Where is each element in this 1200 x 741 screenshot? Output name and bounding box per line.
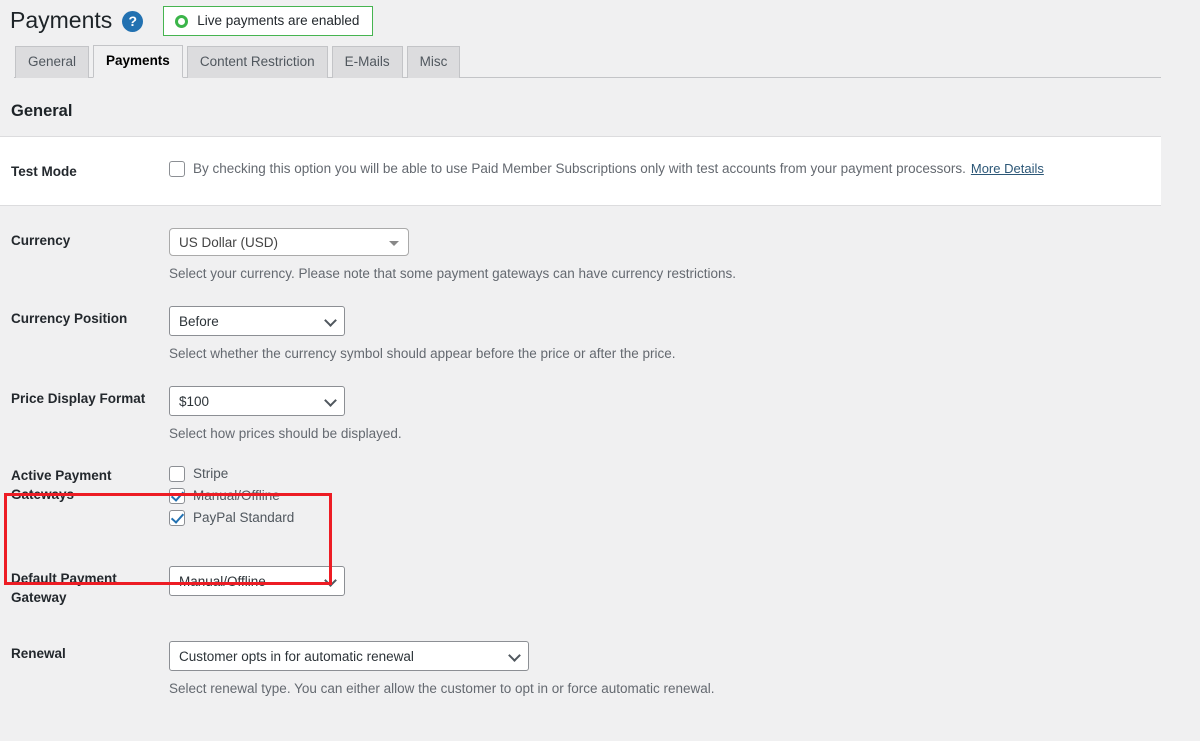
- label-active-payment-gateways: Active Payment Gateways: [0, 464, 159, 505]
- help-question-icon[interactable]: ?: [122, 11, 143, 32]
- stripe-label: Stripe: [193, 464, 228, 484]
- field-currency-position: Before Select whether the currency symbo…: [159, 306, 1161, 364]
- settings-tab-bar: General Payments Content Restriction E-M…: [14, 45, 1161, 78]
- renewal-select-value: Customer opts in for automatic renewal: [170, 642, 528, 671]
- field-active-payment-gateways: Stripe Manual/Offline PayPal Standard: [159, 464, 1161, 531]
- row-default-payment-gateway: Default Payment Gateway Manual/Offline: [0, 531, 1161, 608]
- tab-content-restriction[interactable]: Content Restriction: [187, 46, 328, 78]
- label-currency: Currency: [0, 228, 159, 251]
- renewal-select[interactable]: Customer opts in for automatic renewal: [169, 641, 529, 671]
- row-currency: Currency US Dollar (USD) Select your cur…: [0, 206, 1161, 284]
- gateway-option-manual-offline[interactable]: Manual/Offline: [169, 486, 1161, 506]
- label-price-display-format: Price Display Format: [0, 386, 159, 409]
- currency-description: Select your currency. Please note that s…: [169, 265, 1161, 284]
- field-price-display-format: $100 Select how prices should be display…: [159, 386, 1161, 444]
- default-payment-gateway-select-value: Manual/Offline: [170, 567, 344, 596]
- tab-payments[interactable]: Payments: [93, 45, 183, 78]
- currency-position-select-value: Before: [170, 307, 344, 336]
- triangle-down-icon: [389, 241, 399, 246]
- settings-form: Test Mode By checking this option you wi…: [0, 136, 1161, 699]
- status-badge: Live payments are enabled: [163, 6, 373, 36]
- gateway-option-paypal-standard[interactable]: PayPal Standard: [169, 508, 1161, 528]
- label-test-mode: Test Mode: [0, 159, 159, 182]
- price-display-format-select[interactable]: $100: [169, 386, 345, 416]
- label-currency-position: Currency Position: [0, 306, 159, 329]
- currency-position-description: Select whether the currency symbol shoul…: [169, 345, 1161, 364]
- row-test-mode: Test Mode By checking this option you wi…: [0, 136, 1161, 207]
- currency-position-select[interactable]: Before: [169, 306, 345, 336]
- gateway-option-stripe[interactable]: Stripe: [169, 464, 1161, 484]
- currency-select[interactable]: US Dollar (USD): [169, 228, 409, 256]
- label-default-payment-gateway: Default Payment Gateway: [0, 566, 159, 608]
- page-title: Payments: [10, 6, 112, 36]
- test-mode-checkbox[interactable]: [169, 161, 185, 177]
- default-payment-gateway-select[interactable]: Manual/Offline: [169, 566, 345, 596]
- manual-offline-label: Manual/Offline: [193, 486, 280, 506]
- row-price-display-format: Price Display Format $100 Select how pri…: [0, 364, 1161, 444]
- renewal-description: Select renewal type. You can either allo…: [169, 680, 1161, 699]
- status-badge-label: Live payments are enabled: [197, 14, 359, 28]
- price-display-format-select-value: $100: [170, 387, 344, 416]
- currency-select-value: US Dollar (USD): [170, 229, 408, 256]
- more-details-link[interactable]: More Details: [971, 159, 1044, 179]
- manual-offline-checkbox[interactable]: [169, 488, 185, 504]
- test-mode-checkbox-line: By checking this option you will be able…: [169, 159, 1161, 179]
- stripe-checkbox[interactable]: [169, 466, 185, 482]
- paypal-standard-checkbox[interactable]: [169, 510, 185, 526]
- section-heading-general: General: [11, 102, 1200, 121]
- label-renewal: Renewal: [0, 641, 159, 664]
- field-test-mode: By checking this option you will be able…: [159, 159, 1161, 181]
- field-currency: US Dollar (USD) Select your currency. Pl…: [159, 228, 1161, 284]
- tab-emails[interactable]: E-Mails: [332, 46, 403, 78]
- test-mode-description: By checking this option you will be able…: [193, 159, 966, 179]
- paypal-standard-label: PayPal Standard: [193, 508, 294, 528]
- row-currency-position: Currency Position Before Select whether …: [0, 284, 1161, 364]
- price-display-format-description: Select how prices should be displayed.: [169, 425, 1161, 444]
- tab-general[interactable]: General: [15, 46, 89, 78]
- field-default-payment-gateway: Manual/Offline: [159, 566, 1161, 596]
- tab-misc[interactable]: Misc: [407, 46, 461, 78]
- circle-ring-icon: [175, 15, 188, 28]
- page-header: Payments ? Live payments are enabled: [0, 0, 1200, 36]
- row-active-payment-gateways: Active Payment Gateways Stripe Manual/Of…: [0, 444, 1161, 531]
- row-renewal: Renewal Customer opts in for automatic r…: [0, 608, 1161, 699]
- field-renewal: Customer opts in for automatic renewal S…: [159, 641, 1161, 699]
- payments-settings-page: Payments ? Live payments are enabled Gen…: [0, 0, 1200, 741]
